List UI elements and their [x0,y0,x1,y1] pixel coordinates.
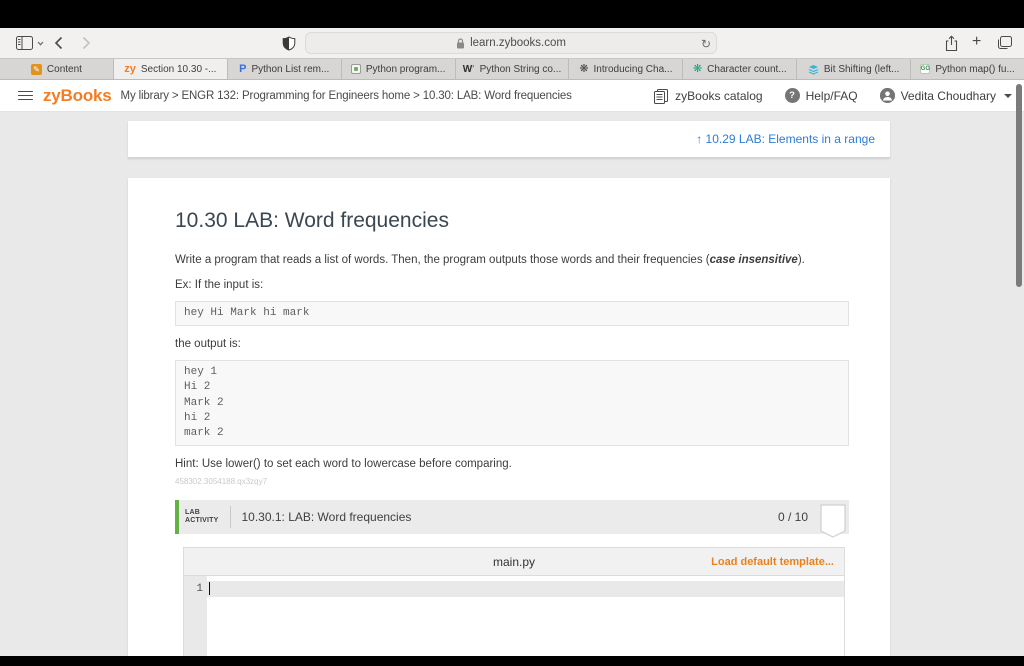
back-button[interactable] [54,36,63,50]
tab-bar: ✎ Content zy Section 10.30 -... P Python… [0,58,1024,80]
fullscreen-top-bar [0,0,1024,28]
lock-icon [457,37,465,48]
refresh-icon[interactable]: ↻ [701,37,711,51]
lab-activity-header: LAB ACTIVITY 10.30.1: LAB: Word frequenc… [175,500,849,538]
user-name[interactable]: Vedita Choudhary [901,89,996,103]
activity-meta-id: 458302.3054188.qx3zqy7 [175,477,268,487]
tab-label: Character count... [707,63,787,75]
share-icon[interactable] [945,35,958,52]
editor-header: main.py Load default template... [184,548,844,577]
breadcrumb[interactable]: My library > ENGR 132: Programming for E… [121,90,572,102]
tab-label: Python String co... [479,63,562,75]
tab-python-program[interactable]: Python program... [341,59,456,79]
tab-python-map[interactable]: GG Python map() fu... [911,59,1024,79]
forward-button[interactable] [82,36,91,50]
sidebar-caret-icon[interactable] [37,41,44,46]
layers-icon [808,64,819,75]
activity-score: 0 / 10 [777,510,808,525]
page-title: 10.30 LAB: Word frequencies [175,209,449,232]
zybooks-header: zyBooks My library > ENGR 132: Programmi… [0,80,1024,112]
editor-body[interactable]: 1 [184,576,844,656]
lab-card: 10.30 LAB: Word frequencies Write a prog… [128,178,890,656]
tab-character-count[interactable]: ❋ Character count... [683,59,798,79]
editor-line-number: 1 [196,583,203,596]
editor-active-line [184,581,844,598]
help-icon: ? [784,88,800,103]
code-editor: main.py Load default template... 1 [183,547,845,656]
tab-label: Introducing Cha... [593,63,673,75]
scrollbar-thumb[interactable] [1016,84,1022,287]
tab-introducing-cha[interactable]: ❋ Introducing Cha... [569,59,684,79]
image-thumb-icon [350,64,361,74]
editor-filename: main.py [492,554,536,569]
catalog-label[interactable]: zyBooks catalog [675,89,762,103]
activity-title: 10.30.1: LAB: Word frequencies [241,510,412,525]
tab-label: Python List rem... [251,63,330,75]
content-pencil-icon: ✎ [30,63,42,75]
tab-python-list[interactable]: P Python List rem... [227,59,342,79]
tab-python-string[interactable]: W ' Python String co... [455,59,570,79]
hamburger-menu-icon[interactable] [18,90,33,101]
openai-icon: ❋ [579,62,589,75]
lab-description: Write a program that reads a list of wor… [175,254,805,266]
editor-cursor [209,582,210,596]
output-label: the output is: [175,338,241,351]
sidebar-toggle-icon[interactable] [16,36,33,50]
input-code-block: hey Hi Mark hi mark [175,301,849,327]
tab-overview-icon[interactable] [997,36,1012,50]
user-avatar-icon [879,88,895,103]
help-label[interactable]: Help/FAQ [806,89,858,103]
p-logo-icon: P [239,63,247,75]
user-dropdown-caret-icon[interactable] [1004,93,1012,98]
example-label: Ex: If the input is: [175,279,264,291]
gfg-icon: GG [920,64,931,74]
tab-section-active[interactable]: zy Section 10.30 -... [113,59,228,79]
lab-activity-badge: LAB ACTIVITY [185,509,219,525]
openai-green-icon: ❋ [692,62,703,75]
tab-label: Section 10.30 -... [140,63,217,75]
privacy-shield-icon[interactable] [282,36,296,51]
output-code-block: hey 1 Hi 2 Mark 2 hi 2 mark 2 [175,360,849,447]
prev-section-link[interactable]: ↑ 10.29 LAB: Elements in a range [696,132,875,146]
catalog-icon [653,88,669,104]
load-default-template-link[interactable]: Load default template... [711,556,834,568]
browser-toolbar: learn.zybooks.com ↻ + [0,28,1024,58]
url-text: learn.zybooks.com [470,37,566,49]
tab-content[interactable]: ✎ Content [0,59,114,79]
hint-text: Hint: Use lower() to set each word to lo… [175,458,512,471]
fullscreen-bottom-bar [0,656,1024,666]
w3schools-icon: W ' [462,63,475,75]
zybooks-zy-icon: zy [124,63,136,75]
tab-label: Python program... [365,63,446,75]
tab-label: Bit Shifting (left... [823,63,900,75]
new-tab-icon[interactable]: + [972,33,981,51]
address-bar[interactable]: learn.zybooks.com [305,32,717,54]
page-content: ↑ 10.29 LAB: Elements in a range 10.30 L… [0,112,1024,656]
tab-label: Content [46,63,82,75]
tab-bit-shifting[interactable]: Bit Shifting (left... [797,59,912,79]
section-nav-card: ↑ 10.29 LAB: Elements in a range [128,121,890,158]
zybooks-logo[interactable]: zyBooks [43,86,112,106]
tab-label: Python map() fu... [935,63,1015,75]
score-badge-icon [820,504,846,538]
